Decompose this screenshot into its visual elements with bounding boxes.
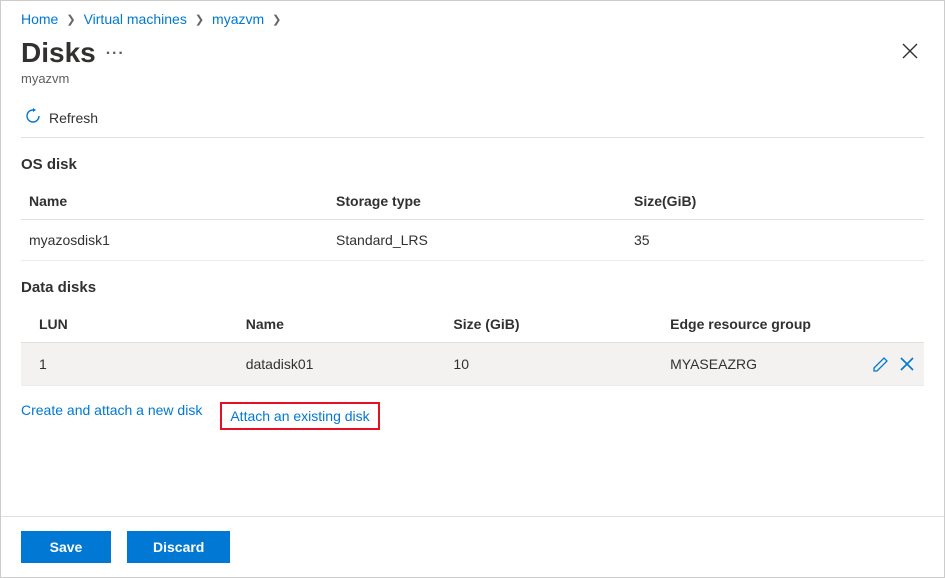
col-size: Size(GiB) bbox=[626, 183, 924, 220]
os-disk-storage-type: Standard_LRS bbox=[328, 220, 626, 261]
edit-icon[interactable] bbox=[872, 355, 890, 373]
col-size: Size (GiB) bbox=[445, 306, 662, 343]
create-attach-new-disk-link[interactable]: Create and attach a new disk bbox=[21, 402, 202, 430]
col-lun: LUN bbox=[21, 306, 238, 343]
disk-name: datadisk01 bbox=[238, 343, 446, 386]
os-disk-name: myazosdisk1 bbox=[21, 220, 328, 261]
os-disk-size: 35 bbox=[626, 220, 924, 261]
breadcrumb-vm-name[interactable]: myazvm bbox=[212, 11, 264, 27]
close-icon[interactable] bbox=[896, 37, 924, 70]
breadcrumb-virtual-machines[interactable]: Virtual machines bbox=[84, 11, 187, 27]
table-row: myazosdisk1 Standard_LRS 35 bbox=[21, 220, 924, 261]
page-subtitle: myazvm bbox=[21, 71, 125, 86]
os-disk-table: Name Storage type Size(GiB) myazosdisk1 … bbox=[21, 183, 924, 261]
chevron-right-icon: ❯ bbox=[195, 13, 204, 26]
toolbar: Refresh bbox=[21, 102, 924, 138]
refresh-icon[interactable] bbox=[25, 108, 41, 127]
footer-bar: Save Discard bbox=[1, 516, 944, 577]
table-row: 1 datadisk01 10 MYASEAZRG bbox=[21, 343, 924, 386]
col-name: Name bbox=[21, 183, 328, 220]
delete-icon[interactable] bbox=[898, 355, 916, 373]
refresh-button[interactable]: Refresh bbox=[49, 110, 98, 126]
os-disk-section-title: OS disk bbox=[21, 156, 924, 173]
data-disks-section-title: Data disks bbox=[21, 279, 924, 296]
breadcrumb-home[interactable]: Home bbox=[21, 11, 58, 27]
discard-button[interactable]: Discard bbox=[127, 531, 230, 563]
save-button[interactable]: Save bbox=[21, 531, 111, 563]
data-disks-table: LUN Name Size (GiB) Edge resource group … bbox=[21, 306, 924, 386]
col-edge-resource-group: Edge resource group bbox=[662, 306, 861, 343]
page-title: Disks··· bbox=[21, 37, 125, 69]
chevron-right-icon: ❯ bbox=[272, 13, 281, 26]
col-storage-type: Storage type bbox=[328, 183, 626, 220]
disk-size: 10 bbox=[445, 343, 662, 386]
disk-edge-resource-group: MYASEAZRG bbox=[662, 343, 861, 386]
col-name: Name bbox=[238, 306, 446, 343]
disk-actions: Create and attach a new disk Attach an e… bbox=[21, 402, 924, 430]
disk-lun: 1 bbox=[21, 343, 238, 386]
breadcrumb: Home ❯ Virtual machines ❯ myazvm ❯ bbox=[21, 11, 924, 27]
attach-existing-disk-link[interactable]: Attach an existing disk bbox=[220, 402, 379, 430]
chevron-right-icon: ❯ bbox=[66, 13, 75, 26]
more-icon[interactable]: ··· bbox=[106, 45, 125, 62]
